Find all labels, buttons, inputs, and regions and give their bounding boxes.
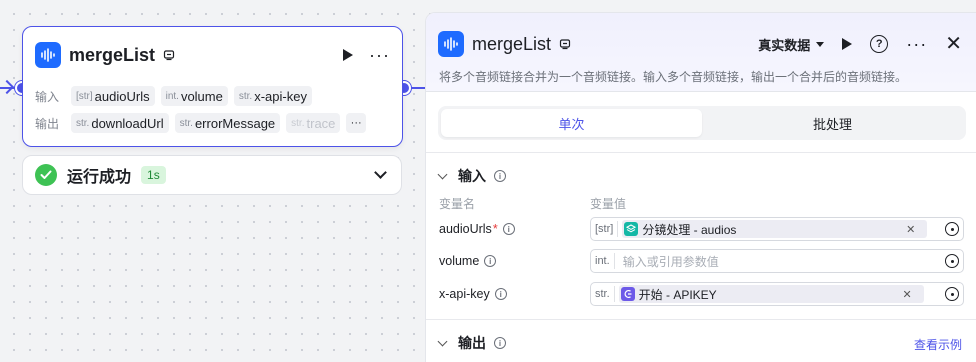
audio-wave-icon <box>35 42 61 68</box>
info-icon[interactable]: i <box>484 255 497 267</box>
remove-reference-icon[interactable]: ✕ <box>902 288 911 301</box>
reference-chip[interactable]: 开始 - APIKEY ✕ <box>618 285 924 303</box>
panel-more-icon[interactable]: ··· <box>906 35 927 53</box>
output-section-header[interactable]: 输出 i <box>437 333 506 353</box>
info-icon[interactable]: i <box>502 223 515 235</box>
chevron-down-icon[interactable] <box>374 166 387 179</box>
close-icon[interactable]: ✕ <box>945 34 962 54</box>
edge-arrow-icon <box>0 79 15 95</box>
type-tag: [str] <box>595 221 619 237</box>
node-detail-panel: mergeList 真实数据 ? ··· ✕ 将多个音频链接合并为一个音频链接。… <box>425 12 976 362</box>
run-status-bar[interactable]: 运行成功 1s <box>22 155 402 195</box>
help-icon[interactable]: ? <box>870 35 889 53</box>
output-chip: str. errorMessage <box>174 113 281 133</box>
type-tag: int. <box>595 253 615 269</box>
plugin-doc-icon[interactable] <box>559 38 571 50</box>
input-chip: int. volume <box>160 86 228 106</box>
plugin-description: 将多个音频链接合并为一个音频链接。输入多个音频链接，输出一个合并后的音频链接。 <box>439 70 908 84</box>
chevron-down-icon[interactable] <box>437 169 448 179</box>
info-icon[interactable]: i <box>494 337 506 349</box>
node-outputs-row: 输出 str. downloadUrl str. errorMessage str.… <box>35 113 392 133</box>
reference-label: 开始 - APIKEY <box>638 287 717 302</box>
variable-target-icon[interactable] <box>945 254 959 268</box>
column-header-name: 变量名 <box>439 197 476 211</box>
chevron-down-icon[interactable] <box>437 336 448 346</box>
outputs-label: 输出 <box>35 116 60 131</box>
node-title: mergeList <box>69 44 156 65</box>
input-section-header[interactable]: 输入 i <box>437 166 506 186</box>
tab-batch[interactable]: 批处理 <box>702 109 963 137</box>
run-node-play-icon[interactable] <box>343 49 354 61</box>
required-mark: * <box>492 222 498 236</box>
type-tag: str. <box>595 286 615 302</box>
plugin-doc-icon[interactable] <box>163 49 175 61</box>
more-outputs-button[interactable]: ··· <box>346 113 367 133</box>
output-section-title: 输出 <box>458 335 486 351</box>
variable-target-icon[interactable] <box>945 222 959 236</box>
panel-title: mergeList <box>472 33 552 54</box>
output-chip: str. downloadUrl <box>71 113 169 133</box>
info-icon[interactable]: i <box>494 288 507 300</box>
variable-target-icon[interactable] <box>945 287 959 301</box>
panel-header: mergeList 真实数据 ? ··· ✕ 将多个音频链接合并为一个音频链接。… <box>426 13 976 92</box>
run-status-text: 运行成功 <box>67 169 132 186</box>
view-example-link[interactable]: 查看示例 <box>914 336 962 353</box>
layers-icon <box>624 222 639 236</box>
param-name-x-api-key: x-api-key i <box>439 287 507 301</box>
data-mode-label: 真实数据 <box>758 37 811 53</box>
reference-chip[interactable]: 分镜处理 - audios ✕ <box>622 220 928 238</box>
info-icon[interactable]: i <box>494 170 506 182</box>
caret-down-icon <box>816 41 825 47</box>
node-more-icon[interactable]: ··· <box>369 46 390 64</box>
input-section-title: 输入 <box>458 168 486 184</box>
reference-label: 分镜处理 - audios <box>642 222 737 237</box>
remove-reference-icon[interactable]: ✕ <box>906 223 915 236</box>
divider <box>426 319 976 320</box>
input-chip: [str] audioUrls <box>71 86 155 106</box>
tab-single[interactable]: 单次 <box>441 109 702 137</box>
data-mode-dropdown[interactable]: 真实数据 <box>758 35 825 54</box>
success-check-icon <box>35 164 57 186</box>
output-chip: str. trace <box>286 113 341 133</box>
volume-value-field[interactable]: int. 输入或引用参数值 <box>590 249 964 273</box>
workflow-node[interactable]: mergeList ··· 输入 [str] audioUrls int. volu… <box>22 26 403 147</box>
divider <box>426 152 976 153</box>
param-name-volume: volume i <box>439 254 497 268</box>
volume-placeholder: 输入或引用参数值 <box>622 254 719 269</box>
run-mode-tabs: 单次 批处理 <box>438 106 966 140</box>
audio-wave-icon <box>438 31 464 57</box>
run-duration-badge: 1s <box>141 166 166 184</box>
inputs-label: 输入 <box>35 89 60 104</box>
node-header: mergeList ··· <box>35 41 390 69</box>
param-name-audiourls: audioUrls * i <box>439 222 515 236</box>
start-icon <box>620 287 635 301</box>
x-api-key-value-field[interactable]: str. 开始 - APIKEY ✕ <box>590 282 964 306</box>
audiourls-value-field[interactable]: [str] 分镜处理 - audios ✕ <box>590 217 964 241</box>
test-run-play-icon[interactable] <box>842 38 853 50</box>
input-chip: str. x-api-key <box>233 86 312 106</box>
column-header-value: 变量值 <box>590 197 627 211</box>
node-inputs-row: 输入 [str] audioUrls int. volume str. x-api-k… <box>35 86 392 106</box>
